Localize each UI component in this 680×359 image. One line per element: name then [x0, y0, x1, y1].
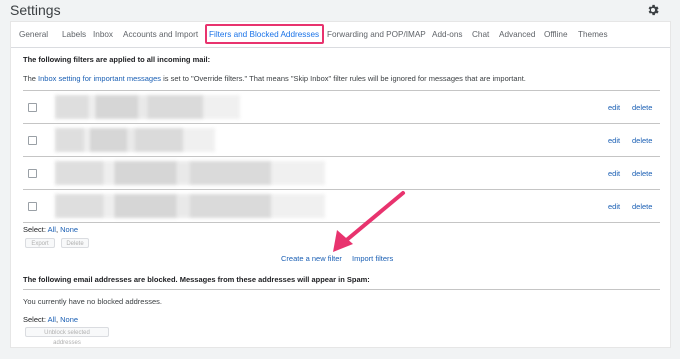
filter-checkbox[interactable]	[28, 103, 37, 112]
tab-inbox[interactable]: Inbox	[93, 30, 113, 39]
blocked-heading: The following email addresses are blocke…	[23, 275, 370, 284]
filter-row: edit delete	[23, 157, 660, 189]
blocked-select-line: Select: All, None	[23, 315, 79, 324]
settings-tabs: General Labels Inbox Accounts and Import…	[11, 22, 670, 48]
filter-row: edit delete	[23, 124, 660, 156]
filter-criteria-redacted	[55, 194, 325, 218]
tab-advanced[interactable]: Advanced	[499, 30, 535, 39]
divider	[23, 222, 660, 223]
select-all-link[interactable]: All	[48, 225, 56, 234]
filters-heading: The following filters are applied to all…	[23, 55, 211, 64]
delete-filter-link[interactable]: delete	[632, 103, 652, 112]
delete-filter-link[interactable]: delete	[632, 169, 652, 178]
tab-accounts-and-import[interactable]: Accounts and Import	[123, 30, 198, 39]
page-title: Settings	[10, 2, 61, 18]
select-none-link[interactable]: None	[60, 315, 78, 324]
filter-row: edit delete	[23, 91, 660, 123]
tab-add-ons[interactable]: Add-ons	[432, 30, 463, 39]
filter-checkbox[interactable]	[28, 169, 37, 178]
filters-select-line: Select: All, None	[23, 225, 79, 234]
select-all-link[interactable]: All	[48, 315, 56, 324]
gear-icon[interactable]	[646, 3, 660, 17]
no-blocked-addresses-text: You currently have no blocked addresses.	[23, 297, 162, 306]
active-tab-highlight-box	[205, 24, 324, 44]
inbox-setting-link[interactable]: Inbox setting for important messages	[38, 74, 161, 83]
edit-filter-link[interactable]: edit	[608, 103, 620, 112]
tab-general[interactable]: General	[19, 30, 48, 39]
tab-chat[interactable]: Chat	[472, 30, 489, 39]
filter-checkbox[interactable]	[28, 202, 37, 211]
import-filters-link[interactable]: Import filters	[352, 254, 393, 263]
delete-filter-link[interactable]: delete	[632, 136, 652, 145]
filter-criteria-redacted	[55, 128, 215, 152]
filter-checkbox[interactable]	[28, 136, 37, 145]
create-new-filter-link[interactable]: Create a new filter	[281, 254, 342, 263]
tab-offline[interactable]: Offline	[544, 30, 568, 39]
select-label: Select:	[23, 315, 46, 324]
select-label: Select:	[23, 225, 46, 234]
divider	[23, 289, 660, 290]
tab-forwarding-and-pop-imap[interactable]: Forwarding and POP/IMAP	[327, 30, 426, 39]
note-prefix: The	[23, 74, 36, 83]
settings-panel: General Labels Inbox Accounts and Import…	[10, 21, 671, 348]
edit-filter-link[interactable]: edit	[608, 136, 620, 145]
delete-button[interactable]: Delete	[61, 238, 89, 248]
export-button[interactable]: Export	[25, 238, 55, 248]
edit-filter-link[interactable]: edit	[608, 202, 620, 211]
tab-labels[interactable]: Labels	[62, 30, 86, 39]
edit-filter-link[interactable]: edit	[608, 169, 620, 178]
filter-criteria-redacted	[55, 161, 325, 185]
note-suffix: is set to "Override filters." That means…	[163, 74, 526, 83]
select-none-link[interactable]: None	[60, 225, 78, 234]
unblock-selected-button[interactable]: Unblock selected addresses	[25, 327, 109, 346]
filter-row: edit delete	[23, 190, 660, 222]
delete-filter-link[interactable]: delete	[632, 202, 652, 211]
tab-themes[interactable]: Themes	[578, 30, 608, 39]
important-messages-note: The Inbox setting for important messages…	[23, 74, 526, 83]
header-bar: Settings	[0, 0, 680, 22]
filter-criteria-redacted	[55, 95, 240, 119]
